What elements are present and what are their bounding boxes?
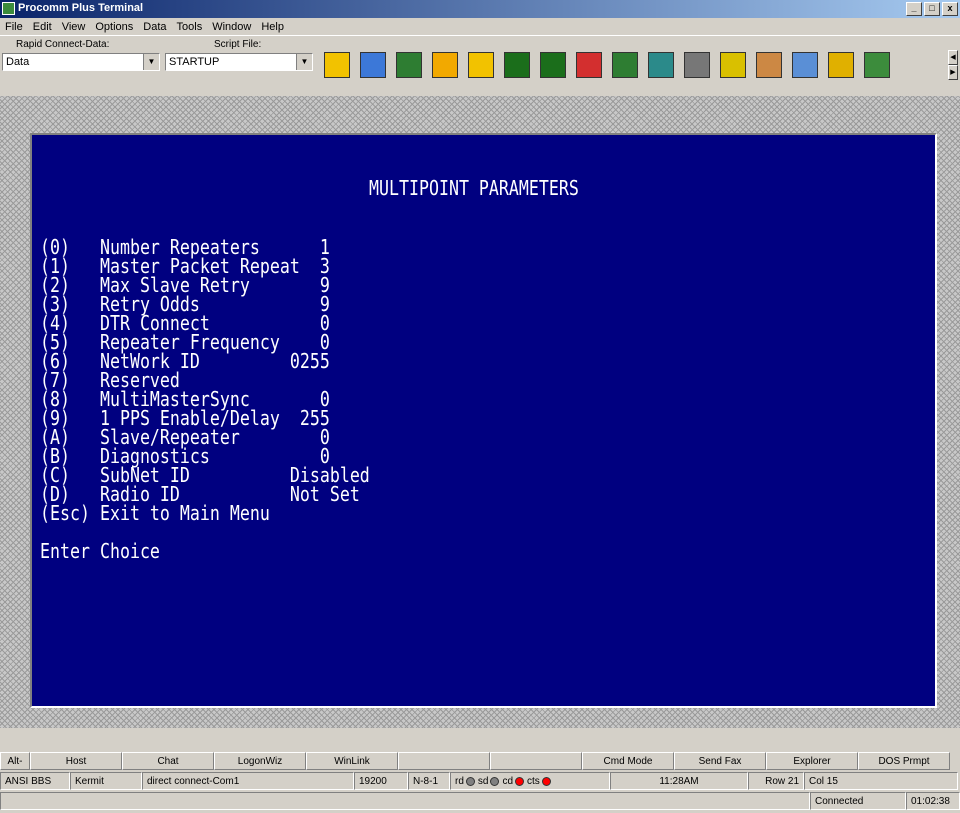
toolbar: Rapid Connect-Data: Data ▼ Script File: … (0, 35, 960, 97)
toolbar-scroll[interactable]: ◀ ▶ (948, 50, 958, 82)
clock-status: 11:28AM (610, 772, 748, 790)
network2-icon-glyph (540, 52, 566, 78)
explorer-button[interactable]: Explorer (766, 752, 858, 770)
network-icon-glyph (504, 52, 530, 78)
keyboard-icon[interactable] (788, 48, 822, 82)
logonwiz-button[interactable]: LogonWiz (214, 752, 306, 770)
cts-label: cts (527, 775, 540, 787)
rapid-connect-select[interactable]: Data ▼ (2, 53, 160, 71)
cts-led-icon (541, 776, 551, 786)
mode-icon[interactable] (392, 48, 426, 82)
modem-leds: rd sd cd cts (450, 772, 610, 790)
alt-button[interactable]: Alt- (0, 752, 30, 770)
download-icon-glyph (468, 52, 494, 78)
book-icon[interactable] (356, 48, 390, 82)
status-bar: ANSI BBS Kermit direct connect-Com1 1920… (0, 772, 960, 790)
monitor-icon-glyph (612, 52, 638, 78)
runner-icon-glyph (324, 52, 350, 78)
menu-file[interactable]: File (0, 21, 28, 33)
protocol-status[interactable]: Kermit (70, 772, 142, 790)
filter-icon[interactable] (680, 48, 714, 82)
network2-icon[interactable] (536, 48, 570, 82)
scroll-left-icon[interactable]: ◀ (948, 50, 958, 65)
menu-bar: File Edit View Options Data Tools Window… (0, 18, 960, 35)
clip-icon-glyph (648, 52, 674, 78)
rapid-connect-value: Data (6, 56, 30, 68)
connected-status: Connected (810, 792, 906, 810)
toolbar-icons (320, 48, 894, 82)
action-button-empty[interactable] (398, 752, 490, 770)
menu-options[interactable]: Options (90, 21, 138, 33)
connection-spacer (0, 792, 810, 810)
emulation-status[interactable]: ANSI BBS (0, 772, 70, 790)
book-icon-glyph (360, 52, 386, 78)
menu-view[interactable]: View (57, 21, 91, 33)
maximize-button[interactable]: □ (924, 2, 940, 16)
sd-label: sd (477, 775, 489, 787)
connection-bar: Connected 01:02:38 (0, 792, 960, 810)
download-icon[interactable] (464, 48, 498, 82)
chevron-down-icon[interactable]: ▼ (296, 54, 312, 70)
title-bar: Procomm Plus Terminal _ □ x (0, 0, 960, 18)
row-status: Row 21 (748, 772, 804, 790)
upload-icon-glyph (432, 52, 458, 78)
sieve-icon[interactable] (716, 48, 750, 82)
mode-icon-glyph (396, 52, 422, 78)
tools-icon[interactable] (752, 48, 786, 82)
col-status: Col 15 (804, 772, 958, 790)
settings-icon-glyph (864, 52, 890, 78)
filter-icon-glyph (684, 52, 710, 78)
cd-led-icon (515, 776, 525, 786)
rd-led-icon (465, 776, 475, 786)
send-fax-button[interactable]: Send Fax (674, 752, 766, 770)
terminal-header: MULTIPOINT PARAMETERS (369, 176, 579, 200)
host-button[interactable]: Host (30, 752, 122, 770)
cable-icon-glyph (828, 52, 854, 78)
terminal-prompt: Enter Choice (40, 539, 160, 563)
script-file-select[interactable]: STARTUP ▼ (165, 53, 313, 71)
baud-status[interactable]: 19200 (354, 772, 408, 790)
network-icon[interactable] (500, 48, 534, 82)
rapid-connect-label: Rapid Connect-Data: (16, 39, 110, 50)
cable-icon[interactable] (824, 48, 858, 82)
action-bar: Alt- Host Chat LogonWiz WinLink Cmd Mode… (0, 752, 960, 770)
action-button-empty[interactable] (490, 752, 582, 770)
elapsed-time: 01:02:38 (906, 792, 960, 810)
winlink-button[interactable]: WinLink (306, 752, 398, 770)
close-button[interactable]: x (942, 2, 958, 16)
tools-icon-glyph (756, 52, 782, 78)
monitor-icon[interactable] (608, 48, 642, 82)
scroll-right-icon[interactable]: ▶ (948, 65, 958, 80)
cmd-mode-button[interactable]: Cmd Mode (582, 752, 674, 770)
script-file-label: Script File: (214, 39, 262, 50)
window-title: Procomm Plus Terminal (18, 2, 144, 14)
settings-icon[interactable] (860, 48, 894, 82)
chevron-down-icon[interactable]: ▼ (143, 54, 159, 70)
keyboard-icon-glyph (792, 52, 818, 78)
script-file-value: STARTUP (169, 56, 220, 68)
minimize-button[interactable]: _ (906, 2, 922, 16)
app-icon (2, 2, 15, 15)
clip-icon[interactable] (644, 48, 678, 82)
menu-tools[interactable]: Tools (172, 21, 208, 33)
sieve-icon-glyph (720, 52, 746, 78)
format-status[interactable]: N-8-1 (408, 772, 450, 790)
rd-label: rd (455, 775, 464, 787)
chat-button[interactable]: Chat (122, 752, 214, 770)
terminal-screen[interactable]: MULTIPOINT PARAMETERS (0) Number Repeate… (30, 133, 937, 708)
sd-led-icon (490, 776, 500, 786)
cd-label: cd (502, 775, 514, 787)
menu-edit[interactable]: Edit (28, 21, 57, 33)
menu-data[interactable]: Data (138, 21, 171, 33)
terminal-line: (Esc) Exit to Main Menu (40, 501, 270, 525)
connection-status[interactable]: direct connect-Com1 (142, 772, 354, 790)
phone-icon-glyph (576, 52, 602, 78)
menu-help[interactable]: Help (256, 21, 289, 33)
phone-icon[interactable] (572, 48, 606, 82)
upload-icon[interactable] (428, 48, 462, 82)
menu-window[interactable]: Window (207, 21, 256, 33)
dos-prompt-button[interactable]: DOS Prmpt (858, 752, 950, 770)
runner-icon[interactable] (320, 48, 354, 82)
